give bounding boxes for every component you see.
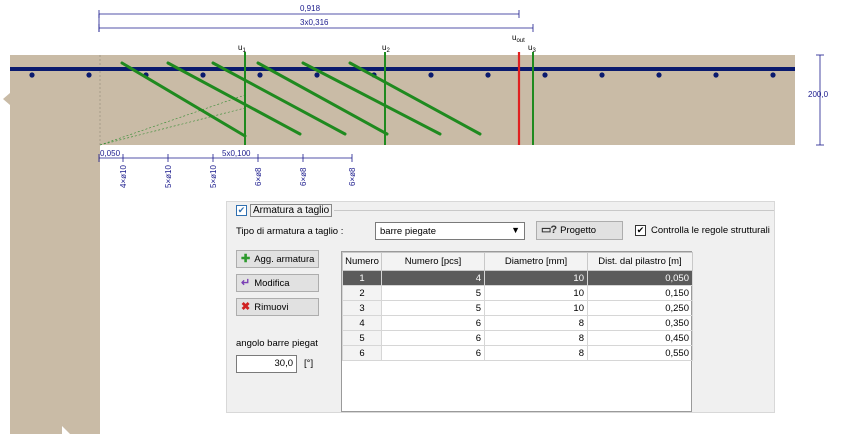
type-select-value: barre piegate <box>380 225 436 237</box>
table-row[interactable]: 6 6 8 0,550 <box>342 345 693 361</box>
dim-spacing-label: 3x0,316 <box>300 18 329 27</box>
cell-diameter[interactable]: 8 <box>484 330 588 346</box>
table-row[interactable]: 2 5 10 0,150 <box>342 285 693 301</box>
height-dimension <box>816 54 824 146</box>
type-select[interactable]: barre piegate ▼ <box>375 222 525 240</box>
angle-label: angolo barre piegat <box>236 338 318 349</box>
cell-pcs[interactable]: 4 <box>381 270 485 286</box>
rebar-dot <box>485 72 491 78</box>
remove-button[interactable]: ✖ Rimuovi <box>236 298 319 316</box>
cell-distance[interactable]: 0,050 <box>587 270 693 286</box>
project-icon: ▭? <box>541 224 557 236</box>
rebar-dot <box>29 72 35 78</box>
bar-label: 6×ø8 <box>299 167 308 186</box>
group-title: Armatura a taglio <box>250 204 333 217</box>
cell-diameter[interactable]: 8 <box>484 345 588 361</box>
rebar-dot <box>428 72 434 78</box>
bar-label: 5×ø10 <box>209 165 218 188</box>
cell-number: 4 <box>342 315 382 331</box>
rebar-dot <box>200 72 206 78</box>
dim-steps-label: 5x0,100 <box>222 149 251 158</box>
check-rules-label: Controlla le regole strutturali <box>651 225 770 236</box>
rebar-dot <box>656 72 662 78</box>
cell-number: 2 <box>342 285 382 301</box>
cell-distance[interactable]: 0,350 <box>587 315 693 331</box>
u2-label: u2 <box>382 43 390 54</box>
cell-distance[interactable]: 0,150 <box>587 285 693 301</box>
rebar-dot <box>542 72 548 78</box>
cell-number: 6 <box>342 345 382 361</box>
height-label: 200,0 <box>808 90 829 99</box>
table-header-row: Numero Numero [pcs] Diametro [mm] Dist. … <box>342 252 693 271</box>
cell-diameter[interactable]: 10 <box>484 300 588 316</box>
cell-distance[interactable]: 0,250 <box>587 300 693 316</box>
u1-label: u1 <box>238 43 246 54</box>
remove-button-label: Rimuovi <box>254 301 289 313</box>
bar-label: 6×ø8 <box>348 167 357 186</box>
shear-reinforcement-panel: ✔ Armatura a taglio Tipo di armatura a t… <box>226 201 775 413</box>
check-rules-checkbox[interactable]: ✔ <box>635 225 646 236</box>
cell-pcs[interactable]: 6 <box>381 345 485 361</box>
group-divider <box>327 210 774 211</box>
rebar-dot <box>257 72 263 78</box>
col-header-pcs: Numero [pcs] <box>381 252 485 271</box>
bar-label: 4×ø10 <box>119 165 128 188</box>
edit-button[interactable]: ↵ Modifica <box>236 274 319 292</box>
col-header-diameter: Diametro [mm] <box>484 252 588 271</box>
rebar-dot <box>86 72 92 78</box>
group-checkbox[interactable]: ✔ <box>236 205 247 216</box>
plus-icon: ✚ <box>241 252 251 265</box>
column-lower <box>10 200 100 434</box>
bars-table: Numero Numero [pcs] Diametro [mm] Dist. … <box>341 251 693 412</box>
add-reinforcement-button[interactable]: ✚ Agg. armatura <box>236 250 319 268</box>
edit-button-label: Modifica <box>254 277 290 289</box>
close-icon: ✖ <box>241 300 251 313</box>
add-reinforcement-label: Agg. armatura <box>254 253 315 265</box>
rebar-dot <box>713 72 719 78</box>
cell-number: 5 <box>342 330 382 346</box>
col-header-number: Numero <box>342 252 382 271</box>
rebar-dot <box>599 72 605 78</box>
cell-pcs[interactable]: 5 <box>381 285 485 301</box>
cell-pcs[interactable]: 5 <box>381 300 485 316</box>
dim-first-label: 0,050 <box>100 149 121 158</box>
u3-label: u3 <box>528 43 536 54</box>
slab-section-drawing: u1 u2 u3 uout 0,918 3x0,316 200,0 0,050 … <box>3 4 829 200</box>
chevron-down-icon: ▼ <box>511 225 520 235</box>
rebar-dot <box>770 72 776 78</box>
group-header: ✔ Armatura a taglio <box>236 204 335 217</box>
uout-label: uout <box>512 33 525 44</box>
check-rules[interactable]: ✔ Controlla le regole strutturali <box>635 225 770 236</box>
cell-pcs[interactable]: 6 <box>381 315 485 331</box>
col-header-distance: Dist. dal pilastro [m] <box>587 252 693 271</box>
angle-unit: [°] <box>304 358 314 369</box>
rebar-dot <box>314 72 320 78</box>
cell-number: 3 <box>342 300 382 316</box>
cell-distance[interactable]: 0,450 <box>587 330 693 346</box>
edit-arrow-icon: ↵ <box>241 276 251 289</box>
bar-label: 5×ø10 <box>164 165 173 188</box>
cell-number: 1 <box>342 270 382 286</box>
cell-pcs[interactable]: 6 <box>381 330 485 346</box>
angle-input[interactable]: 30,0 <box>236 355 297 373</box>
cell-diameter[interactable]: 10 <box>484 270 588 286</box>
cell-diameter[interactable]: 8 <box>484 315 588 331</box>
cell-diameter[interactable]: 10 <box>484 285 588 301</box>
dim-total-label: 0,918 <box>300 4 321 13</box>
bar-label: 6×ø8 <box>254 167 263 186</box>
cell-distance[interactable]: 0,550 <box>587 345 693 361</box>
table-row[interactable]: 5 6 8 0,450 <box>342 330 693 346</box>
table-row[interactable]: 4 6 8 0,350 <box>342 315 693 331</box>
table-row[interactable]: 1 4 10 0,050 <box>342 270 693 286</box>
bar-labels: 4×ø10 5×ø10 5×ø10 6×ø8 6×ø8 6×ø8 <box>119 165 357 188</box>
project-button-label: Progetto <box>560 225 597 236</box>
table-row[interactable]: 3 5 10 0,250 <box>342 300 693 316</box>
type-label: Tipo di armatura a taglio : <box>236 226 344 237</box>
project-button[interactable]: ▭? Progetto <box>536 221 623 240</box>
